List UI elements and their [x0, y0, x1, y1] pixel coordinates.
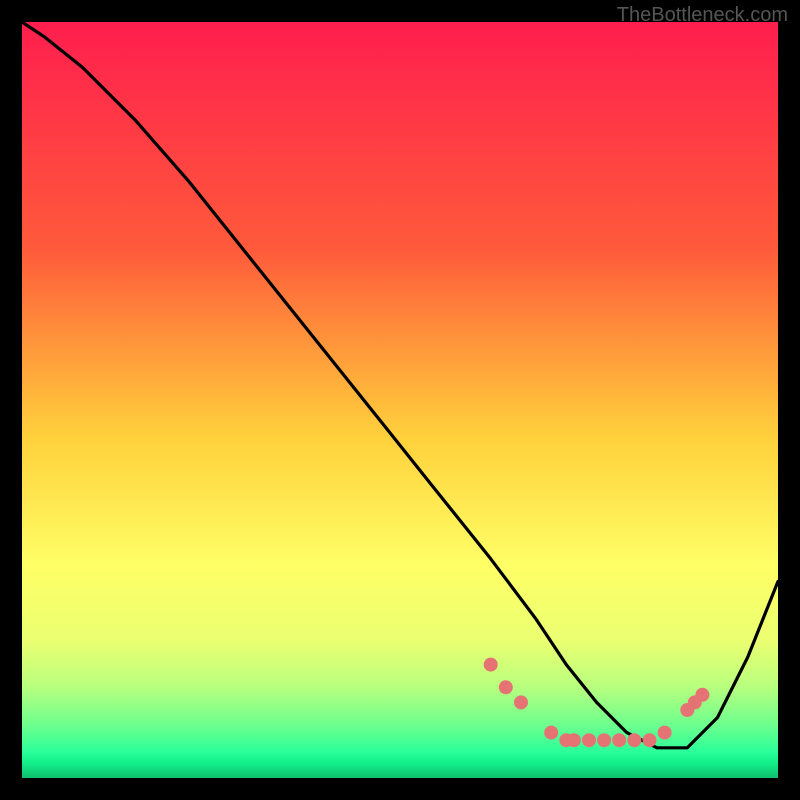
chart-plot-area: [22, 22, 778, 778]
watermark-label: TheBottleneck.com: [617, 4, 788, 27]
marker-dot: [695, 688, 709, 702]
marker-dot: [627, 733, 641, 747]
chart-svg: [22, 22, 778, 778]
marker-dot: [597, 733, 611, 747]
marker-dot: [514, 695, 528, 709]
marker-dot: [567, 733, 581, 747]
marker-dot: [544, 726, 558, 740]
marker-dot: [484, 658, 498, 672]
marker-dot: [643, 733, 657, 747]
marker-dot: [582, 733, 596, 747]
bottleneck-curve: [22, 22, 778, 748]
marker-dot: [658, 726, 672, 740]
marker-dot: [499, 680, 513, 694]
marker-dot: [612, 733, 626, 747]
